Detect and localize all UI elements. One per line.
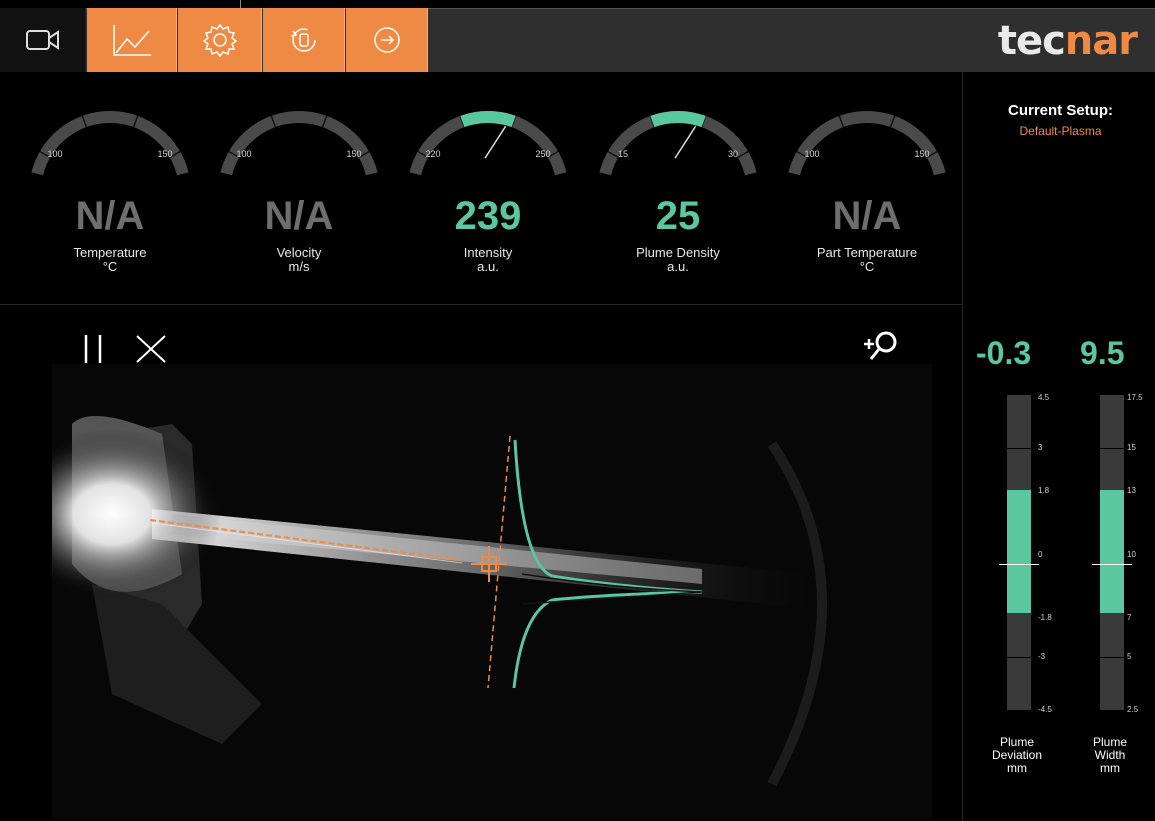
gauge-intensity: 220 250 239 Intensity a.u. bbox=[393, 82, 583, 292]
gauge-value: 239 bbox=[454, 194, 522, 238]
plume-width-label: Plume Width mm bbox=[1092, 735, 1127, 775]
gauge-arc bbox=[409, 111, 567, 176]
width-tick: 15 bbox=[1127, 443, 1136, 452]
tab-settings[interactable] bbox=[178, 8, 262, 72]
deviation-tick: 1.8 bbox=[1038, 486, 1050, 495]
gauge-min-tick: 100 bbox=[47, 149, 62, 159]
gauge-min-tick: 100 bbox=[236, 149, 251, 159]
plasma-plume-image bbox=[52, 364, 932, 819]
gauge-velocity: 100 150 N/A Velocity m/s bbox=[204, 82, 394, 292]
gauge-value: N/A bbox=[264, 194, 334, 238]
deviation-tick: -1.8 bbox=[1038, 613, 1052, 622]
plume-deviation-label: Plume Deviation mm bbox=[991, 735, 1043, 775]
gauge-unit: m/s bbox=[288, 259, 310, 274]
deviation-tick: 3 bbox=[1038, 443, 1043, 452]
gauge-arc bbox=[599, 111, 757, 176]
panel-divider bbox=[962, 72, 963, 821]
gauge-dial: 100 150 bbox=[788, 111, 946, 176]
section-divider bbox=[0, 304, 962, 305]
plume-width-value: 9.5 bbox=[1080, 335, 1125, 371]
deviation-tick: 4.5 bbox=[1038, 393, 1050, 402]
plume-width-bar bbox=[1092, 395, 1132, 710]
gauge-max-tick: 30 bbox=[728, 149, 738, 159]
gauge-dial: 100 150 bbox=[31, 111, 189, 176]
tab-rotate[interactable] bbox=[263, 8, 345, 72]
gear-icon bbox=[202, 23, 237, 58]
pause-icon bbox=[84, 335, 102, 363]
gauge-needle bbox=[484, 125, 507, 159]
width-tick: 13 bbox=[1127, 486, 1136, 495]
gauge-arc bbox=[31, 111, 189, 176]
width-tick: 17.5 bbox=[1127, 393, 1143, 402]
gauge-label: Part Temperature bbox=[816, 245, 918, 260]
gauge-min-tick: 220 bbox=[425, 149, 440, 159]
current-setup-heading: Current Setup: bbox=[1008, 102, 1113, 119]
plume-width-level bbox=[1100, 490, 1124, 613]
gauge-arc bbox=[220, 111, 378, 176]
gauge-plume-density: 15 30 25 Plume Density a.u. bbox=[583, 82, 773, 292]
gauge-active-range bbox=[460, 111, 516, 128]
gauge-part-temperature: 100 150 N/A Part Temperature °C bbox=[772, 82, 962, 292]
tab-video[interactable] bbox=[0, 8, 86, 72]
plume-deviation-level bbox=[1007, 490, 1031, 613]
chart-icon bbox=[112, 25, 151, 56]
gauge-min-tick: 15 bbox=[618, 149, 628, 159]
gauge-unit: a.u. bbox=[477, 259, 499, 274]
gauge-dial: 100 150 bbox=[220, 111, 378, 176]
gauge-value: N/A bbox=[832, 194, 902, 238]
current-setup-name[interactable]: Default-Plasma bbox=[966, 124, 1155, 138]
width-tick: 10 bbox=[1127, 550, 1136, 559]
gauge-dial: 15 30 bbox=[599, 111, 757, 176]
gauge-label: Velocity bbox=[276, 245, 322, 260]
deviation-tick: -3 bbox=[1038, 652, 1046, 661]
gauge-unit: °C bbox=[859, 259, 875, 274]
tab-exit[interactable] bbox=[346, 8, 428, 72]
gauge-temperature: 100 150 N/A Temperature °C bbox=[15, 82, 205, 292]
plume-deviation-bar bbox=[999, 395, 1039, 710]
deviation-tick: 0 bbox=[1038, 550, 1043, 559]
gauge-active-range bbox=[650, 111, 706, 128]
gauge-dial: 220 250 bbox=[409, 111, 567, 176]
width-tick: 5 bbox=[1127, 652, 1132, 661]
video-camera-icon bbox=[25, 30, 59, 50]
rotate-icon bbox=[290, 28, 316, 52]
gauge-unit: °C bbox=[102, 259, 118, 274]
gauge-label: Plume Density bbox=[636, 245, 720, 260]
plume-deviation-value: -0.3 bbox=[976, 335, 1032, 371]
gauge-unit: a.u. bbox=[667, 259, 689, 274]
gauge-arc bbox=[788, 111, 946, 176]
plume-deviation-marker bbox=[999, 564, 1039, 565]
gauge-min-tick: 100 bbox=[804, 149, 819, 159]
plume-width-marker bbox=[1092, 564, 1132, 565]
tecnar-logo: tecnar bbox=[997, 18, 1138, 64]
gauge-max-tick: 150 bbox=[346, 149, 361, 159]
deviation-tick: -4.5 bbox=[1038, 705, 1052, 714]
gauge-max-tick: 150 bbox=[914, 149, 929, 159]
width-tick: 2.5 bbox=[1127, 705, 1139, 714]
close-icon bbox=[136, 335, 166, 363]
gauge-value: N/A bbox=[75, 194, 145, 238]
gauge-label: Temperature bbox=[73, 245, 147, 260]
tab-chart[interactable] bbox=[87, 8, 177, 72]
camera-feed[interactable] bbox=[52, 364, 932, 819]
gauge-value: 25 bbox=[655, 194, 701, 238]
gauge-needle bbox=[674, 125, 697, 159]
exit-icon bbox=[373, 27, 400, 53]
width-tick: 7 bbox=[1127, 613, 1132, 622]
gauge-max-tick: 250 bbox=[535, 149, 550, 159]
gauge-max-tick: 150 bbox=[157, 149, 172, 159]
gauge-label: Intensity bbox=[463, 245, 513, 260]
zoom-in-icon bbox=[864, 331, 897, 360]
